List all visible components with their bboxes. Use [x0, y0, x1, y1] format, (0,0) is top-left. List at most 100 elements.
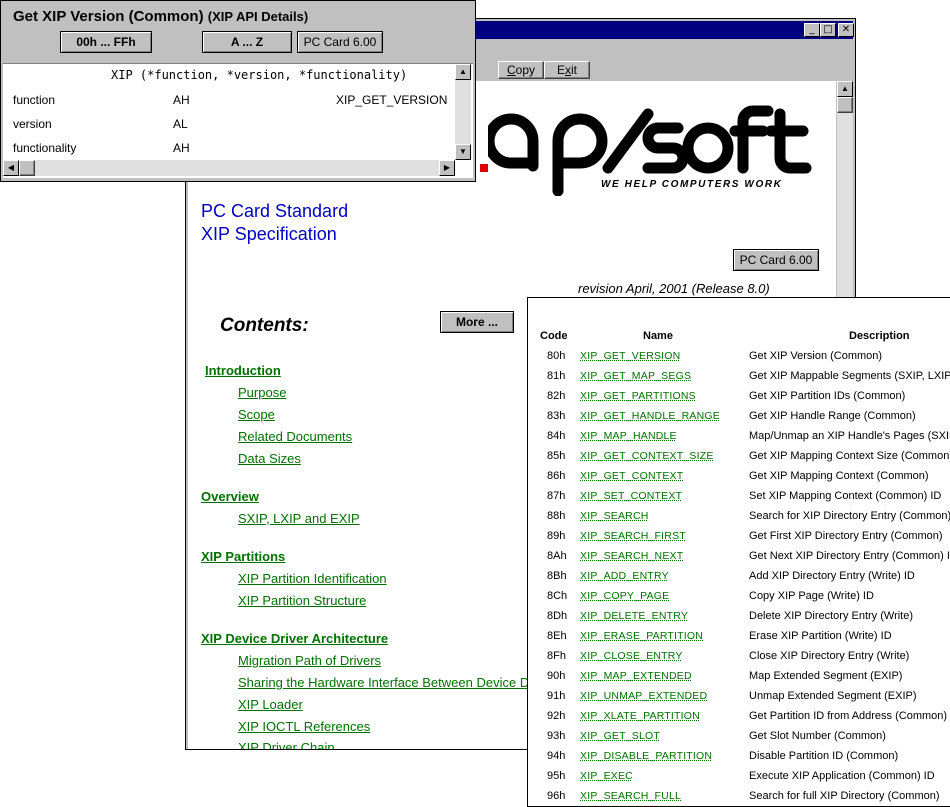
function-name-link[interactable]: XIP_COPY_PAGE	[580, 590, 669, 602]
arrow-up-icon[interactable]: ▲	[455, 64, 471, 80]
toc-section-driver-architecture[interactable]: XIP Device Driver Architecture	[201, 631, 388, 646]
header-code: Code	[540, 330, 568, 342]
function-code: 93h	[547, 730, 565, 742]
table-row: 89h XIP_SEARCH_FIRST Get First XIP Directo…	[528, 530, 950, 550]
details-horizontal-scrollbar[interactable]: ◀ ▶	[3, 160, 455, 176]
function-name-link[interactable]: XIP_DISABLE_PARTITION	[580, 750, 712, 762]
header-name: Name	[643, 330, 673, 342]
function-name-link[interactable]: XIP_UNMAP_EXTENDED	[580, 690, 707, 702]
pccard-version-button[interactable]: PC Card 6.00	[733, 249, 819, 271]
arrow-down-icon[interactable]: ▼	[455, 144, 471, 160]
toc-item-xip-loader[interactable]: XIP Loader	[238, 697, 303, 712]
function-name-link[interactable]: XIP_ERASE_PARTITION	[580, 630, 703, 642]
table-row: 88h XIP_SEARCH Search for XIP Directory En…	[528, 510, 950, 530]
function-description: Get XIP Handle Range (Common)	[749, 410, 916, 422]
table-row: 8Dh XIP_DELETE_ENTRY Delete XIP Directory …	[528, 610, 950, 630]
function-description: Unmap Extended Segment (EXIP)	[749, 690, 917, 702]
arrow-right-icon[interactable]: ▶	[439, 160, 455, 176]
function-name-link[interactable]: XIP_GET_PARTITIONS	[580, 390, 696, 402]
function-description: Get XIP Mapping Context (Common)	[749, 470, 929, 482]
toc-item-ioctl-references[interactable]: XIP IOCTL References	[238, 719, 370, 734]
param-register: AL	[173, 117, 188, 131]
function-name-link[interactable]: XIP_GET_SLOT	[580, 730, 660, 742]
function-name-link[interactable]: XIP_GET_CONTEXT_SIZE	[580, 450, 714, 462]
function-description: Get XIP Partition IDs (Common)	[749, 390, 905, 402]
toc-item-purpose[interactable]: Purpose	[238, 385, 286, 400]
logo-red-square	[480, 164, 488, 172]
toc-item-partition-structure[interactable]: XIP Partition Structure	[238, 593, 366, 608]
details-pane: XIP (*function, *version, *functionality…	[3, 63, 473, 178]
function-name-link[interactable]: XIP_EXEC	[580, 770, 633, 782]
toc-item-related-documents[interactable]: Related Documents	[238, 429, 352, 444]
function-description: Disable Partition ID (Common)	[749, 750, 898, 762]
function-name-link[interactable]: XIP_GET_CONTEXT	[580, 470, 683, 482]
toc-section-xip-partitions[interactable]: XIP Partitions	[201, 549, 285, 564]
function-name-link[interactable]: XIP_GET_VERSION	[580, 350, 680, 362]
function-description: Get First XIP Directory Entry (Common)	[749, 530, 943, 542]
function-name-link[interactable]: XIP_DELETE_ENTRY	[580, 610, 688, 622]
toc-item-driver-chain[interactable]: XIP Driver Chain	[238, 740, 335, 749]
table-row: 80h XIP_GET_VERSION Get XIP Version (Commo…	[528, 350, 950, 370]
alpha-a-z-button[interactable]: A ... Z	[202, 31, 292, 53]
page-title-line1: PC Card Standard	[201, 201, 348, 222]
function-description: Delete XIP Directory Entry (Write)	[749, 610, 913, 622]
function-code: 80h	[547, 350, 565, 362]
toc-section-overview[interactable]: Overview	[201, 489, 259, 504]
function-name-link[interactable]: XIP_MAP_HANDLE	[580, 430, 677, 442]
toc-section-introduction[interactable]: Introduction	[205, 363, 281, 378]
minimize-icon[interactable]: _	[804, 23, 820, 37]
function-description: Get Slot Number (Common)	[749, 730, 886, 742]
function-code: 81h	[547, 370, 565, 382]
toc-item-scope[interactable]: Scope	[238, 407, 275, 422]
function-name-link[interactable]: XIP_GET_HANDLE_RANGE	[580, 410, 720, 422]
close-icon[interactable]: ✕	[838, 23, 854, 37]
function-code: 8Dh	[547, 610, 567, 622]
toc-item-migration-path[interactable]: Migration Path of Drivers	[238, 653, 381, 668]
toc-item-sxip-lxip-exip[interactable]: SXIP, LXIP and EXIP	[238, 511, 360, 526]
table-row: 93h XIP_GET_SLOT Get Slot Number (Common)	[528, 730, 950, 750]
pccard-details-button[interactable]: PC Card 6.00	[297, 31, 383, 53]
function-description: Search for XIP Directory Entry (Common)	[749, 510, 950, 522]
function-description: Get Next XIP Directory Entry (Common) ID	[749, 550, 950, 562]
exit-button[interactable]: Exit	[544, 61, 590, 79]
function-name-link[interactable]: XIP_SEARCH	[580, 510, 649, 522]
function-name-link[interactable]: XIP_SET_CONTEXT	[580, 490, 682, 502]
function-code: 88h	[547, 510, 565, 522]
function-description: Execute XIP Application (Common) ID	[749, 770, 935, 782]
scroll-thumb[interactable]	[19, 160, 35, 176]
function-code: 95h	[547, 770, 565, 782]
toc-item-sharing-hardware[interactable]: Sharing the Hardware Interface Between D…	[238, 675, 534, 690]
function-name-link[interactable]: XIP_SEARCH_NEXT	[580, 550, 683, 562]
toc-item-data-sizes[interactable]: Data Sizes	[238, 451, 301, 466]
toc-item-partition-identification[interactable]: XIP Partition Identification	[238, 571, 387, 586]
scroll-thumb[interactable]	[837, 97, 853, 113]
copy-button[interactable]: Copy	[498, 61, 544, 79]
function-description: Copy XIP Page (Write) ID	[749, 590, 874, 602]
table-row: 87h XIP_SET_CONTEXT Set XIP Mapping Contex…	[528, 490, 950, 510]
arrow-left-icon[interactable]: ◀	[3, 160, 19, 176]
more-button[interactable]: More ...	[440, 311, 514, 333]
function-code: 8Ah	[547, 550, 567, 562]
function-code: 96h	[547, 790, 565, 802]
function-code: 92h	[547, 710, 565, 722]
function-name-link[interactable]: XIP_GET_MAP_SEGS	[580, 370, 691, 382]
maximize-icon[interactable]: □	[820, 23, 836, 37]
function-code: 94h	[547, 750, 565, 762]
arrow-up-icon[interactable]: ▲	[837, 81, 853, 97]
function-code: 8Bh	[547, 570, 567, 582]
function-name-link[interactable]: XIP_SEARCH_FIRST	[580, 530, 686, 542]
function-name-link[interactable]: XIP_SEARCH_FULL	[580, 790, 681, 802]
function-name-link[interactable]: XIP_CLOSE_ENTRY	[580, 650, 683, 662]
table-row: 8Ch XIP_COPY_PAGE Copy XIP Page (Write) ID	[528, 590, 950, 610]
table-row: 8Fh XIP_CLOSE_ENTRY Close XIP Directory En…	[528, 650, 950, 670]
param-name: version	[13, 117, 52, 131]
function-name-link[interactable]: XIP_MAP_EXTENDED	[580, 670, 692, 682]
details-vertical-scrollbar[interactable]: ▲ ▼	[455, 64, 471, 160]
function-name-link[interactable]: XIP_XLATE_PARTITION	[580, 710, 700, 722]
table-row: 8Ah XIP_SEARCH_NEXT Get Next XIP Directory…	[528, 550, 950, 570]
table-row: 92h XIP_XLATE_PARTITION Get Partition ID f…	[528, 710, 950, 730]
range-00h-ffh-button[interactable]: 00h ... FFh	[60, 31, 152, 53]
table-row: 83h XIP_GET_HANDLE_RANGE Get XIP Handle Ra…	[528, 410, 950, 430]
function-name-link[interactable]: XIP_ADD_ENTRY	[580, 570, 669, 582]
function-code: 89h	[547, 530, 565, 542]
